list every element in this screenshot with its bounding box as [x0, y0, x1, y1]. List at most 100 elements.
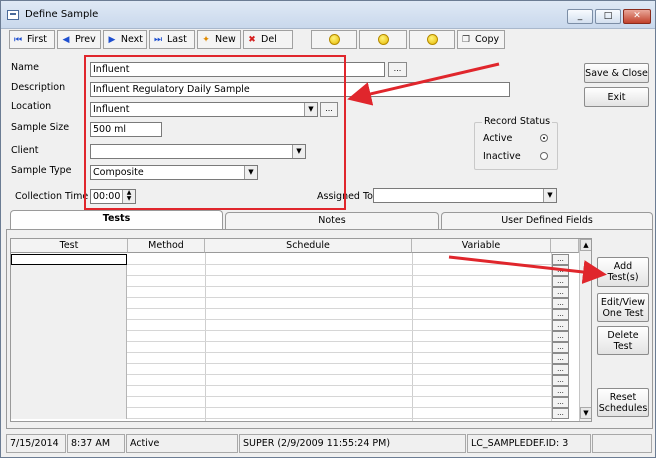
table-row[interactable] [11, 408, 551, 419]
del-button[interactable]: ✖ Del [243, 30, 293, 49]
column-header-schedule[interactable]: Schedule [205, 239, 412, 253]
next-button[interactable]: ▶ Next [103, 30, 147, 49]
exit-button[interactable]: Exit [584, 87, 649, 107]
close-button[interactable]: ✕ [623, 9, 651, 24]
location-label: Location [11, 101, 52, 112]
minimize-button[interactable]: _ [567, 9, 593, 24]
test-cell[interactable] [11, 254, 127, 265]
table-row[interactable] [11, 320, 551, 331]
table-row[interactable] [11, 287, 551, 298]
copy-button[interactable]: ❐ Copy [457, 30, 505, 49]
test-cell[interactable] [11, 386, 127, 397]
edit-view-test-button[interactable]: Edit/View One Test [597, 293, 649, 322]
collection-time-label: Collection Time [15, 191, 89, 202]
window-app-icon [7, 10, 19, 20]
row-lookup-button[interactable]: ... [552, 386, 569, 397]
name-lookup-button[interactable]: ... [388, 62, 407, 77]
row-lookup-button[interactable]: ... [552, 353, 569, 364]
row-lookup-button[interactable]: ... [552, 408, 569, 419]
row-lookup-button[interactable]: ... [552, 276, 569, 287]
test-cell[interactable] [11, 265, 127, 276]
sample-size-label: Sample Size [11, 122, 70, 133]
test-cell[interactable] [11, 309, 127, 320]
table-row[interactable] [11, 375, 551, 386]
prev-button[interactable]: ◀ Prev [57, 30, 101, 49]
table-row[interactable] [11, 397, 551, 408]
tab-notes[interactable]: Notes [225, 212, 439, 229]
add-tests-button[interactable]: Add Test(s) [597, 257, 649, 287]
status-state: Active [126, 434, 238, 453]
status-record-id: LC_SAMPLEDEF.ID: 3 [467, 434, 591, 453]
table-row[interactable] [11, 364, 551, 375]
column-header-test[interactable]: Test [11, 239, 128, 253]
row-lookup-button[interactable]: ... [552, 342, 569, 353]
tab-user-defined-fields[interactable]: User Defined Fields [441, 212, 653, 229]
window-title: Define Sample [25, 9, 99, 20]
column-header-blank [551, 239, 579, 253]
assigned-to-select[interactable]: ▼ [373, 188, 557, 203]
table-row[interactable] [11, 386, 551, 397]
table-row[interactable] [11, 309, 551, 320]
first-button[interactable]: ⏮ First [9, 30, 55, 49]
status-inactive-radio[interactable] [540, 152, 548, 160]
grid-vertical-scrollbar[interactable]: ▲ ▼ [579, 239, 591, 421]
smiley-button-1[interactable] [311, 30, 357, 49]
test-cell[interactable] [11, 364, 127, 375]
new-button[interactable]: ✦ New [197, 30, 241, 49]
table-row[interactable] [11, 276, 551, 287]
delete-record-icon: ✖ [248, 34, 256, 45]
status-active-radio[interactable] [540, 134, 548, 142]
table-row[interactable] [11, 298, 551, 309]
annotation-highlight-box [84, 55, 346, 210]
maximize-button[interactable]: □ [595, 9, 621, 24]
smiley-icon [328, 34, 340, 45]
row-lookup-button[interactable]: ... [552, 320, 569, 331]
copy-icon: ❐ [461, 34, 471, 45]
name-label: Name [11, 62, 40, 73]
last-record-icon: ⏭ [153, 34, 163, 45]
test-cell[interactable] [11, 375, 127, 386]
test-cell[interactable] [11, 320, 127, 331]
record-status-group [474, 122, 558, 170]
table-row[interactable] [11, 342, 551, 353]
reset-schedules-button[interactable]: Reset Schedules [597, 388, 649, 417]
tab-tests[interactable]: Tests [10, 210, 223, 229]
test-cell[interactable] [11, 397, 127, 408]
scroll-up-icon[interactable]: ▲ [580, 239, 591, 251]
smiley-icon [377, 34, 389, 45]
test-cell[interactable] [11, 342, 127, 353]
test-cell[interactable] [11, 276, 127, 287]
client-label: Client [11, 145, 39, 156]
smiley-button-2[interactable] [359, 30, 407, 49]
save-close-button[interactable]: Save & Close [584, 63, 649, 83]
row-lookup-button[interactable]: ... [552, 331, 569, 342]
define-sample-window: Define Sample _ □ ✕ ⏮ First ◀ Prev ▶ Next ⏭… [0, 0, 656, 458]
column-header-variable[interactable]: Variable [412, 239, 551, 253]
scroll-down-icon[interactable]: ▼ [580, 407, 591, 419]
description-label: Description [11, 82, 66, 93]
row-lookup-button[interactable]: ... [552, 397, 569, 408]
table-row[interactable] [11, 254, 551, 265]
status-inactive-label: Inactive [483, 151, 521, 162]
row-lookup-button[interactable]: ... [552, 298, 569, 309]
table-row[interactable] [11, 353, 551, 364]
new-record-icon: ✦ [202, 34, 210, 45]
last-button[interactable]: ⏭ Last [149, 30, 195, 49]
test-cell[interactable] [11, 298, 127, 309]
table-row[interactable] [11, 265, 551, 276]
delete-test-button[interactable]: Delete Test [597, 326, 649, 355]
status-time: 8:37 AM [67, 434, 125, 453]
row-lookup-button[interactable]: ... [552, 375, 569, 386]
test-cell[interactable] [11, 408, 127, 419]
test-cell[interactable] [11, 287, 127, 298]
column-header-method[interactable]: Method [128, 239, 205, 253]
row-lookup-button[interactable]: ... [552, 309, 569, 320]
row-lookup-button[interactable]: ... [552, 364, 569, 375]
test-cell[interactable] [11, 331, 127, 342]
test-cell[interactable] [11, 353, 127, 364]
smiley-button-3[interactable] [409, 30, 455, 49]
row-lookup-button[interactable]: ... [552, 254, 569, 265]
table-row[interactable] [11, 331, 551, 342]
row-lookup-button[interactable]: ... [552, 287, 569, 298]
row-lookup-button[interactable]: ... [552, 265, 569, 276]
